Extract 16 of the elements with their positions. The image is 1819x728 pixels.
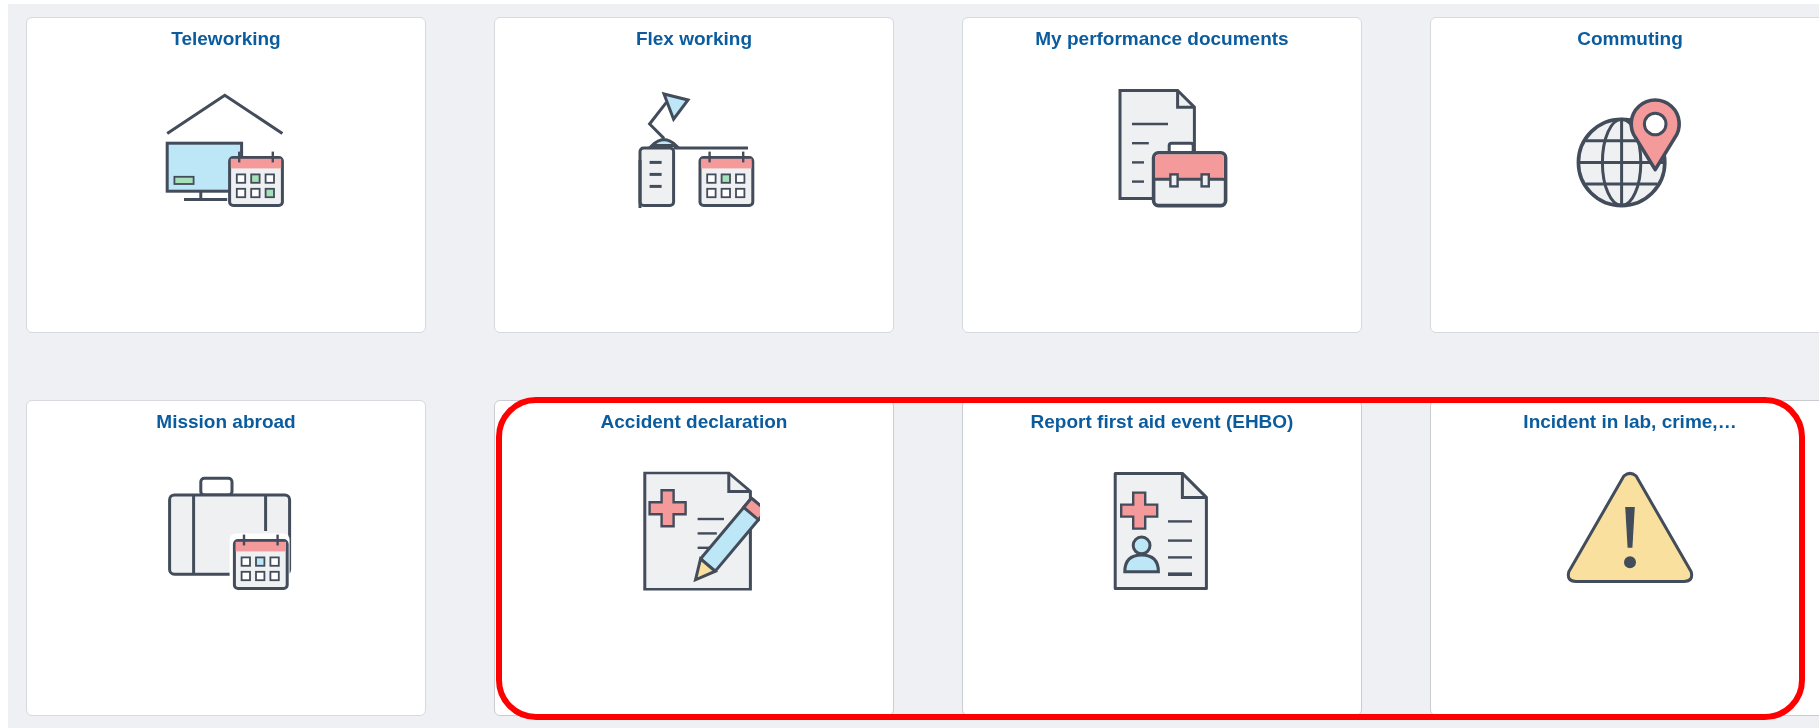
app-tile[interactable]: Teleworking — [26, 17, 426, 333]
tile-title: Commuting — [1577, 28, 1683, 50]
tile-title: Report first aid event (EHBO) — [1030, 411, 1294, 433]
app-tile[interactable]: Incident in lab, crime,… — [1430, 400, 1819, 716]
app-tile[interactable]: Commuting — [1430, 17, 1819, 333]
app-tile[interactable]: My performance documents — [962, 17, 1362, 333]
tile-title: Teleworking — [171, 28, 281, 50]
tile-title: Mission abroad — [156, 411, 296, 433]
tile-title: My performance documents — [1035, 28, 1289, 50]
app-tile[interactable]: Accident declaration — [494, 400, 894, 716]
app-tile[interactable]: Report first aid event (EHBO) — [962, 400, 1362, 716]
tile-title: Flex working — [635, 28, 753, 50]
tile-title: Accident declaration — [600, 411, 788, 433]
app-tile[interactable]: Mission abroad — [26, 400, 426, 716]
tile-title: Incident in lab, crime,… — [1523, 411, 1737, 433]
app-tile[interactable]: Flex working — [494, 17, 894, 333]
